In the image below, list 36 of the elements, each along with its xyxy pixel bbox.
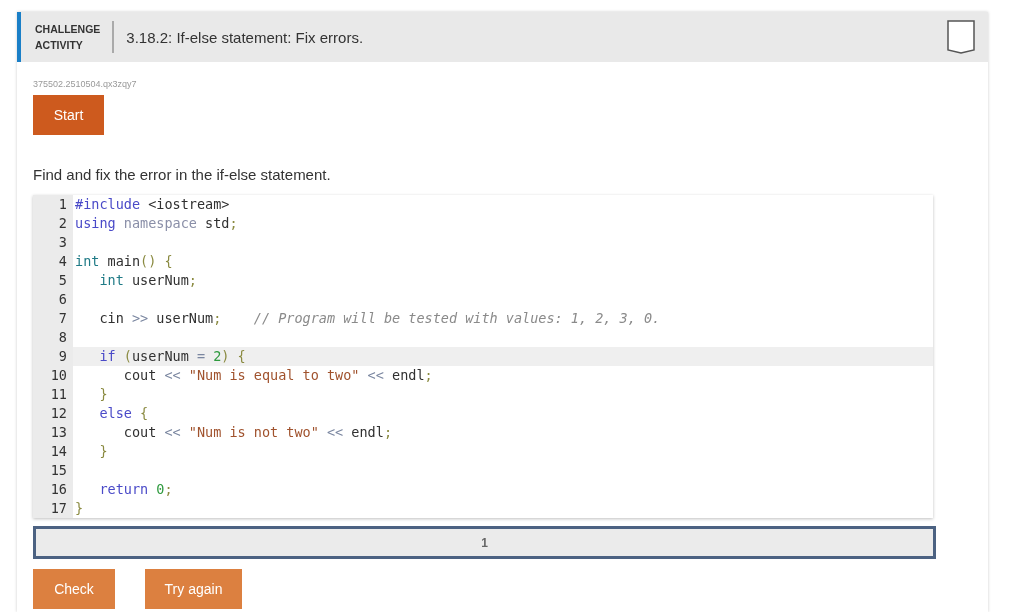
activity-badge: CHALLENGE ACTIVITY [21,21,115,53]
code-line[interactable]: int main() { [73,252,933,271]
line-number: 8 [33,328,73,347]
code-line[interactable]: cout << "Num is not two" << endl; [73,423,933,442]
line-number: 4 [33,252,73,271]
line-number: 2 [33,214,73,233]
line-number: 17 [33,499,73,518]
start-button[interactable]: Start [33,95,104,135]
code-line[interactable]: #include <iostream> [73,195,933,214]
progress-level[interactable]: 1 [33,526,936,559]
code-line[interactable]: } [73,385,933,404]
activity-title: 3.18.2: If-else statement: Fix errors. [126,28,365,46]
code-line[interactable]: using namespace std; [73,214,933,233]
bookmark-icon[interactable] [946,20,976,54]
line-number: 5 [33,271,73,290]
line-number: 11 [33,385,73,404]
line-number: 7 [33,309,73,328]
code-line[interactable]: cout << "Num is equal to two" << endl; [73,366,933,385]
line-number: 12 [33,404,73,423]
code-line[interactable]: return 0; [73,480,933,499]
line-number: 14 [33,442,73,461]
code-line[interactable]: } [73,499,933,518]
line-number: 6 [33,290,73,309]
line-number: 3 [33,233,73,252]
line-number: 1 [33,195,73,214]
line-number: 15 [33,461,73,480]
code-line[interactable]: } [73,442,933,461]
line-number: 13 [33,423,73,442]
line-number: 10 [33,366,73,385]
line-number: 16 [33,480,73,499]
instructions: Find and fix the error in the if-else statement. [33,166,332,183]
code-line[interactable]: else { [73,404,933,423]
activity-id: 375502.2510504.qx3zqy7 [33,79,138,89]
code-line[interactable]: int userNum; [73,271,933,290]
line-number: 9 [33,347,73,366]
code-line[interactable]: cin >> userNum; // Program will be tested with values: 1, 2, 3, 0. [73,309,933,328]
